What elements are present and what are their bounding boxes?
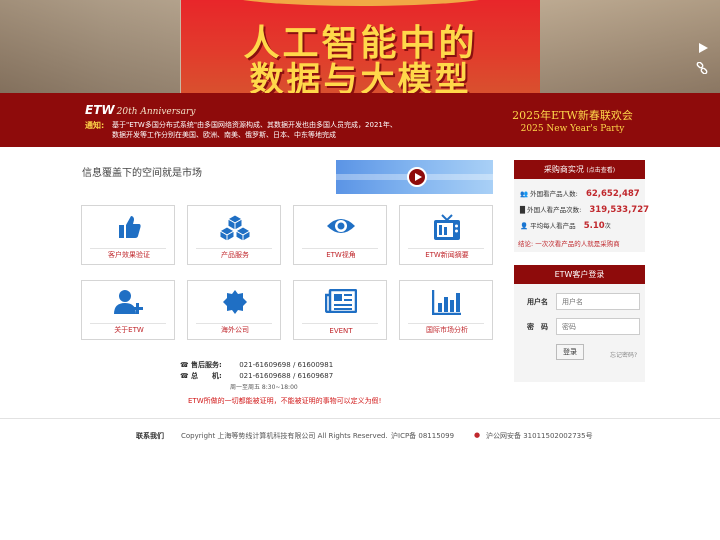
stat-row-visitors: 👥 外国看产品人数: 62,652,487 bbox=[520, 188, 640, 199]
video-thumbnail[interactable] bbox=[336, 160, 493, 194]
video-play-icon[interactable] bbox=[407, 167, 427, 187]
login-title: ETW客户登录 bbox=[514, 265, 645, 284]
tile-etw-news[interactable]: ETW新闻摘要 bbox=[399, 205, 493, 265]
switchboard-phones: 021-61609688 / 61609687 bbox=[239, 372, 334, 380]
tile-customer-verification[interactable]: 客户效果验证 bbox=[81, 205, 175, 265]
hero-banner: 人工智能中的 数据与大模型 bbox=[0, 0, 720, 93]
tile-label: 产品服务 bbox=[221, 251, 249, 259]
user-plus-icon bbox=[82, 289, 176, 319]
tile-label: 关于ETW bbox=[114, 326, 144, 334]
play-icon[interactable] bbox=[699, 42, 708, 57]
username-input[interactable] bbox=[556, 293, 640, 310]
tile-divider bbox=[196, 323, 272, 324]
tile-etw-perspective[interactable]: ETW视角 bbox=[293, 205, 387, 265]
police-badge-icon: ● bbox=[474, 431, 481, 439]
tile-divider bbox=[302, 323, 378, 324]
poster-line-2: 数据与大模型 bbox=[249, 60, 472, 93]
stat-unit: 次 bbox=[604, 223, 611, 230]
hero-left-background bbox=[0, 0, 180, 93]
tile-divider bbox=[90, 323, 166, 324]
stat-label: 外国人看产品次数: bbox=[527, 206, 582, 214]
motto: ETW所做的一切都能被证明，不能被证明的事物可以定义为假! bbox=[188, 397, 382, 405]
tv-icon bbox=[400, 214, 494, 244]
footer-divider bbox=[0, 418, 720, 419]
slogan: 信息覆盖下的空间就是市场 bbox=[82, 168, 202, 179]
switchboard-label: 总 机: bbox=[190, 372, 222, 380]
notice-label: 通知: bbox=[85, 121, 105, 130]
notice-text: 基于"ETW多国分布式系统"由多国网络资源构成、其数据开发也由多国人员完成，20… bbox=[112, 121, 397, 139]
contact-info: ☎ 售后服务: 021-61609698 / 61600981 ☎ 总 机: 0… bbox=[180, 360, 333, 393]
bar-chart-icon bbox=[400, 289, 494, 319]
badge-icon bbox=[188, 289, 282, 319]
thumbs-up-icon bbox=[82, 214, 176, 244]
party-title-en: 2025 New Year's Party bbox=[520, 124, 625, 134]
poster-top-band bbox=[221, 0, 501, 6]
tile-divider bbox=[196, 248, 272, 249]
service-label: 售后服务: bbox=[190, 361, 222, 369]
stat-row-average: 👤 平均每人看产品 5.10次 bbox=[520, 220, 611, 231]
stat-value: 62,652,487 bbox=[585, 189, 640, 199]
password-label: 密 码 bbox=[527, 323, 548, 331]
phone-icon: ☎ bbox=[180, 361, 189, 369]
logo-text: ETW bbox=[85, 103, 115, 117]
business-hours: 周一至周五 8:30~18:00 bbox=[230, 384, 298, 391]
stats-header[interactable]: 采购商实况 (点击查看) bbox=[514, 160, 645, 179]
stats-title-hint: (点击查看) bbox=[586, 167, 616, 174]
tile-market-analysis[interactable]: 国际市场分析 bbox=[399, 280, 493, 340]
newspaper-icon bbox=[294, 289, 388, 319]
notice-bar: ETW 20th Anniversary 通知: 基于"ETW多国分布式系统"由多… bbox=[0, 93, 720, 147]
stat-value: 319,533,727 bbox=[589, 205, 650, 215]
tile-label: 国际市场分析 bbox=[426, 326, 468, 334]
stat-row-views: █ 外国人看产品次数: 319,533,727 bbox=[520, 204, 649, 215]
stat-value: 5.10 bbox=[583, 221, 605, 231]
username-label: 用户名 bbox=[527, 298, 548, 306]
login-button[interactable]: 登录 bbox=[556, 344, 584, 360]
buyer-stats-panel: 采购商实况 (点击查看) 👥 外国看产品人数: 62,652,487 █ 外国人… bbox=[514, 160, 649, 252]
stats-title: 采购商实况 bbox=[543, 165, 584, 174]
link-icon[interactable] bbox=[696, 61, 708, 78]
service-row: ☎ 售后服务: 021-61609698 / 61600981 bbox=[180, 360, 333, 371]
password-input[interactable] bbox=[556, 318, 640, 335]
phone-icon: ☎ bbox=[180, 372, 189, 380]
tile-label: ETW新闻摘要 bbox=[425, 251, 469, 259]
tile-divider bbox=[408, 323, 484, 324]
party-link[interactable]: 2025年ETW新春联欢会 2025 New Year's Party bbox=[505, 107, 640, 134]
stat-label: 外国看产品人数: bbox=[530, 190, 578, 198]
stat-label: 平均每人看产品 bbox=[530, 222, 576, 230]
contact-us-link[interactable]: 联系我们 bbox=[136, 431, 164, 441]
ai-data-poster[interactable]: 人工智能中的 数据与大模型 bbox=[181, 0, 540, 93]
service-phones: 021-61609698 / 61600981 bbox=[239, 361, 334, 369]
cubes-icon bbox=[188, 214, 282, 244]
hero-right-background bbox=[540, 0, 720, 93]
login-panel: ETW客户登录 用户名 密 码 登录 忘记密码? bbox=[514, 265, 645, 382]
signal-icon: █ bbox=[520, 206, 525, 214]
police-record-link[interactable]: 沪公网安备 31011502002735号 bbox=[486, 431, 593, 441]
copyright: Copyright 上海等势线计算机科技有限公司 All Rights Rese… bbox=[181, 432, 388, 440]
tile-divider bbox=[408, 248, 484, 249]
tile-label: EVENT bbox=[329, 327, 353, 335]
tile-divider bbox=[302, 248, 378, 249]
tile-label: 海外公司 bbox=[221, 326, 249, 334]
etw-logo[interactable]: ETW 20th Anniversary bbox=[85, 99, 195, 118]
tile-label: 客户效果验证 bbox=[108, 251, 150, 259]
eye-icon bbox=[294, 214, 388, 244]
stats-conclusion: 结论: 一次次看产品的人就是采购商 bbox=[518, 240, 620, 248]
tile-label: ETW视角 bbox=[326, 251, 356, 259]
tile-about-etw[interactable]: 关于ETW bbox=[81, 280, 175, 340]
icp-link[interactable]: 沪ICP备 08115099 bbox=[391, 431, 454, 441]
tile-event[interactable]: EVENT bbox=[293, 280, 387, 340]
anniversary-text: 20th Anniversary bbox=[116, 107, 196, 117]
forgot-password-link[interactable]: 忘记密码? bbox=[610, 350, 637, 359]
party-title-cn: 2025年ETW新春联欢会 bbox=[512, 109, 633, 122]
tile-product-service[interactable]: 产品服务 bbox=[187, 205, 281, 265]
tile-divider bbox=[90, 248, 166, 249]
tile-overseas-company[interactable]: 海外公司 bbox=[187, 280, 281, 340]
switchboard-row: ☎ 总 机: 021-61609688 / 61609687 bbox=[180, 371, 333, 382]
page: 人工智能中的 数据与大模型 ETW 20th Anniversary 通知: 基于… bbox=[0, 0, 720, 540]
user-icon: 👤 bbox=[520, 222, 529, 230]
users-icon: 👥 bbox=[520, 190, 529, 198]
